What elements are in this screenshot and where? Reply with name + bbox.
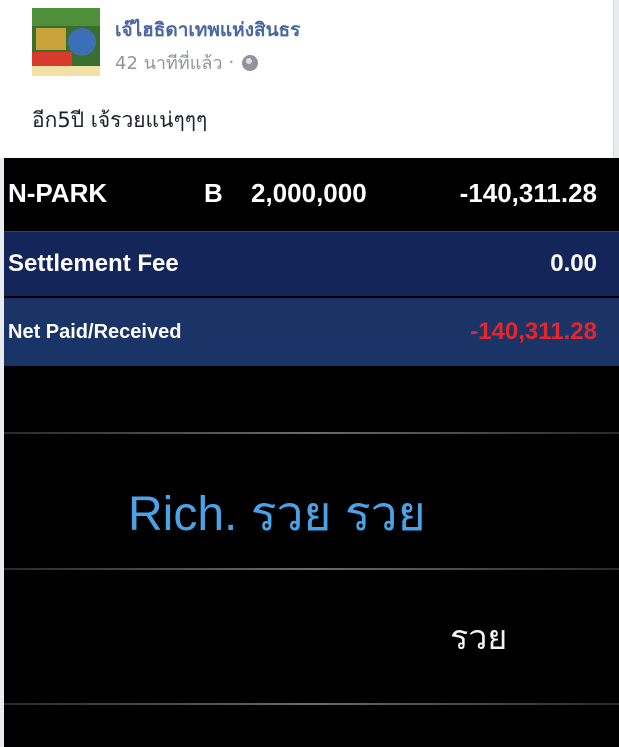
divider-line	[4, 703, 619, 705]
overlay-rich-text: Rich. รวย รวย	[128, 488, 426, 541]
overlay-rich-small: รวย	[450, 618, 508, 658]
meta-separator: ·	[228, 52, 235, 73]
trade-side: B	[204, 177, 223, 208]
settlement-fee-value: 0.00	[550, 250, 597, 277]
settlement-fee-label: Settlement Fee	[8, 250, 179, 277]
post-time[interactable]: 42 นาทีที่แล้ว	[115, 48, 223, 77]
post-meta: 42 นาทีที่แล้ว ·	[115, 48, 259, 77]
trade-row: N-PARK B 2,000,000 -140,311.28	[4, 158, 619, 228]
globe-icon[interactable]	[242, 54, 259, 71]
stock-symbol: N-PARK	[8, 177, 108, 208]
trade-amount: -140,311.28	[459, 177, 597, 208]
facebook-post-card: เจ๊ไฮธิดาเทพแห่งสินธร 42 นาทีที่แล้ว · อ…	[0, 0, 614, 158]
trade-screenshot: N-PARK B 2,000,000 -140,311.28 Settlemen…	[4, 158, 619, 747]
net-paid-row: Net Paid/Received -140,311.28	[4, 298, 619, 366]
author-avatar[interactable]	[32, 8, 100, 76]
net-paid-label: Net Paid/Received	[8, 320, 182, 343]
divider-line	[4, 568, 619, 570]
post-text: อีก5ปี เจ้รวยแน่ๆๆๆ	[32, 108, 208, 132]
settlement-fee-row: Settlement Fee 0.00	[4, 231, 619, 296]
net-paid-value: -140,311.28	[470, 318, 597, 345]
trade-quantity: 2,000,000	[251, 177, 367, 208]
author-name[interactable]: เจ๊ไฮธิดาเทพแห่งสินธร	[115, 15, 300, 45]
divider-line	[4, 432, 619, 434]
